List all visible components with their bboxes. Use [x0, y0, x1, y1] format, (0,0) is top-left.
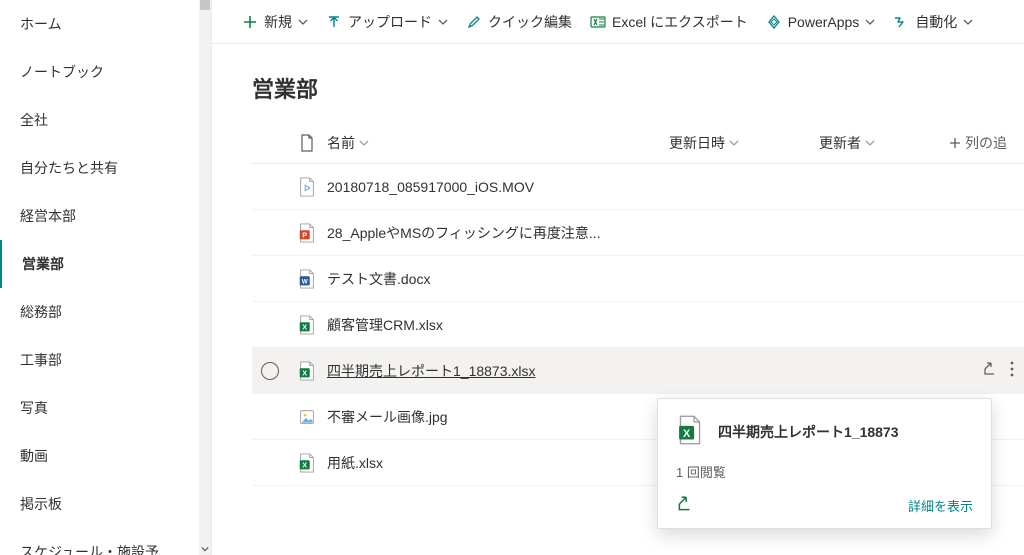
powerapps-icon — [766, 14, 782, 30]
show-details-link[interactable]: 詳細を表示 — [908, 496, 973, 515]
sidebar-item-management[interactable]: 経営本部 — [0, 192, 211, 240]
file-name[interactable]: 四半期売上レポート1_18873.xlsx — [327, 361, 982, 381]
file-row[interactable]: X 顧客管理CRM.xlsx — [252, 302, 1024, 348]
file-row[interactable]: X 四半期売上レポート1_18873.xlsx — [252, 348, 1024, 394]
plus-icon — [949, 137, 961, 149]
file-row[interactable]: 20180718_085917000_iOS.MOV — [252, 164, 1024, 210]
column-header-row: 名前 更新日時 更新者 列の追 — [252, 122, 1024, 164]
hovercard-views: 1 回閲覧 — [676, 462, 973, 481]
add-column-button[interactable]: 列の追 — [949, 133, 1024, 153]
sidebar-item-sales[interactable]: 営業部 — [0, 240, 211, 288]
col-type[interactable] — [287, 134, 327, 152]
upload-label: アップロード — [348, 12, 432, 32]
quickedit-button[interactable]: クイック編集 — [466, 12, 572, 32]
powerapps-button[interactable]: PowerApps — [766, 14, 876, 30]
chevron-down-icon — [359, 138, 369, 148]
row-select-radio[interactable] — [261, 362, 279, 380]
svg-text:X: X — [302, 460, 307, 469]
file-row[interactable]: P 28_AppleやMSのフィッシングに再度注意... — [252, 210, 1024, 256]
automate-label: 自動化 — [915, 12, 957, 32]
excel-file-icon: X — [297, 361, 317, 381]
chevron-down-icon — [963, 17, 973, 27]
sidebar-scrollbar-thumb[interactable] — [200, 0, 210, 10]
upload-icon — [326, 14, 342, 30]
sidebar-item-all[interactable]: 全社 — [0, 96, 211, 144]
file-name[interactable]: 20180718_085917000_iOS.MOV — [327, 179, 1024, 195]
excel-file-icon: X — [297, 453, 317, 473]
plus-icon — [242, 14, 258, 30]
flow-icon — [893, 14, 909, 30]
chevron-down-icon — [729, 138, 739, 148]
new-label: 新規 — [264, 12, 292, 32]
sidebar-item-notebook[interactable]: ノートブック — [0, 48, 211, 96]
file-name[interactable]: 28_AppleやMSのフィッシングに再度注意... — [327, 223, 1024, 243]
word-file-icon: W — [297, 269, 317, 289]
video-file-icon — [297, 177, 317, 197]
svg-text:X: X — [302, 322, 307, 331]
file-hover-card: X 四半期売上レポート1_18873 1 回閲覧 詳細を表示 — [657, 398, 992, 529]
pencil-icon — [466, 14, 482, 30]
command-bar: 新規 アップロード クイック編集 Excel にエクスポート — [212, 0, 1024, 44]
share-icon[interactable] — [982, 361, 998, 380]
share-icon[interactable] — [676, 495, 694, 516]
quickedit-label: クイック編集 — [488, 12, 572, 32]
sidebar-item-photos[interactable]: 写真 — [0, 384, 211, 432]
file-name[interactable]: 顧客管理CRM.xlsx — [327, 315, 1024, 335]
excel-file-icon: X — [297, 315, 317, 335]
more-actions-icon[interactable] — [1010, 361, 1014, 380]
document-icon — [299, 134, 315, 152]
page-title: 営業部 — [212, 44, 1024, 122]
col-modified-label: 更新日時 — [669, 133, 725, 153]
svg-text:W: W — [302, 278, 308, 285]
chevron-down-icon — [865, 138, 875, 148]
excel-file-icon: X — [676, 415, 704, 448]
hovercard-title: 四半期売上レポート1_18873 — [718, 422, 899, 442]
sidebar: ホーム ノートブック 全社 自分たちと共有 経営本部 営業部 総務部 工事部 写… — [0, 0, 212, 555]
file-name[interactable]: テスト文書.docx — [327, 269, 1024, 289]
automate-button[interactable]: 自動化 — [893, 12, 973, 32]
excel-icon — [590, 14, 606, 30]
new-button[interactable]: 新規 — [242, 12, 308, 32]
sidebar-item-shared[interactable]: 自分たちと共有 — [0, 144, 211, 192]
col-modified-header[interactable]: 更新日時 — [669, 133, 819, 153]
sidebar-item-general[interactable]: 総務部 — [0, 288, 211, 336]
col-modifiedby-header[interactable]: 更新者 — [819, 133, 949, 153]
export-button[interactable]: Excel にエクスポート — [590, 12, 748, 32]
upload-button[interactable]: アップロード — [326, 12, 448, 32]
sidebar-item-videos[interactable]: 動画 — [0, 432, 211, 480]
powerapps-label: PowerApps — [788, 14, 860, 30]
sidebar-item-construction[interactable]: 工事部 — [0, 336, 211, 384]
export-label: Excel にエクスポート — [612, 12, 748, 32]
col-modifiedby-label: 更新者 — [819, 133, 861, 153]
chevron-down-icon — [298, 17, 308, 27]
add-column-label: 列の追 — [965, 133, 1007, 153]
chevron-down-icon — [438, 17, 448, 27]
col-name-header[interactable]: 名前 — [327, 133, 669, 153]
sidebar-item-board[interactable]: 掲示板 — [0, 480, 211, 528]
svg-text:X: X — [302, 368, 307, 377]
sidebar-item-home[interactable]: ホーム — [0, 0, 211, 48]
chevron-down-icon — [865, 17, 875, 27]
svg-text:P: P — [302, 230, 307, 239]
file-row[interactable]: W テスト文書.docx — [252, 256, 1024, 302]
sidebar-scrollbar-track[interactable] — [199, 0, 211, 555]
sidebar-item-schedule[interactable]: スケジュール・施設予... — [0, 528, 211, 555]
scroll-down-icon[interactable] — [199, 543, 211, 555]
image-file-icon — [297, 407, 317, 427]
svg-text:X: X — [683, 428, 691, 440]
col-name-label: 名前 — [327, 133, 355, 153]
powerpoint-file-icon: P — [297, 223, 317, 243]
